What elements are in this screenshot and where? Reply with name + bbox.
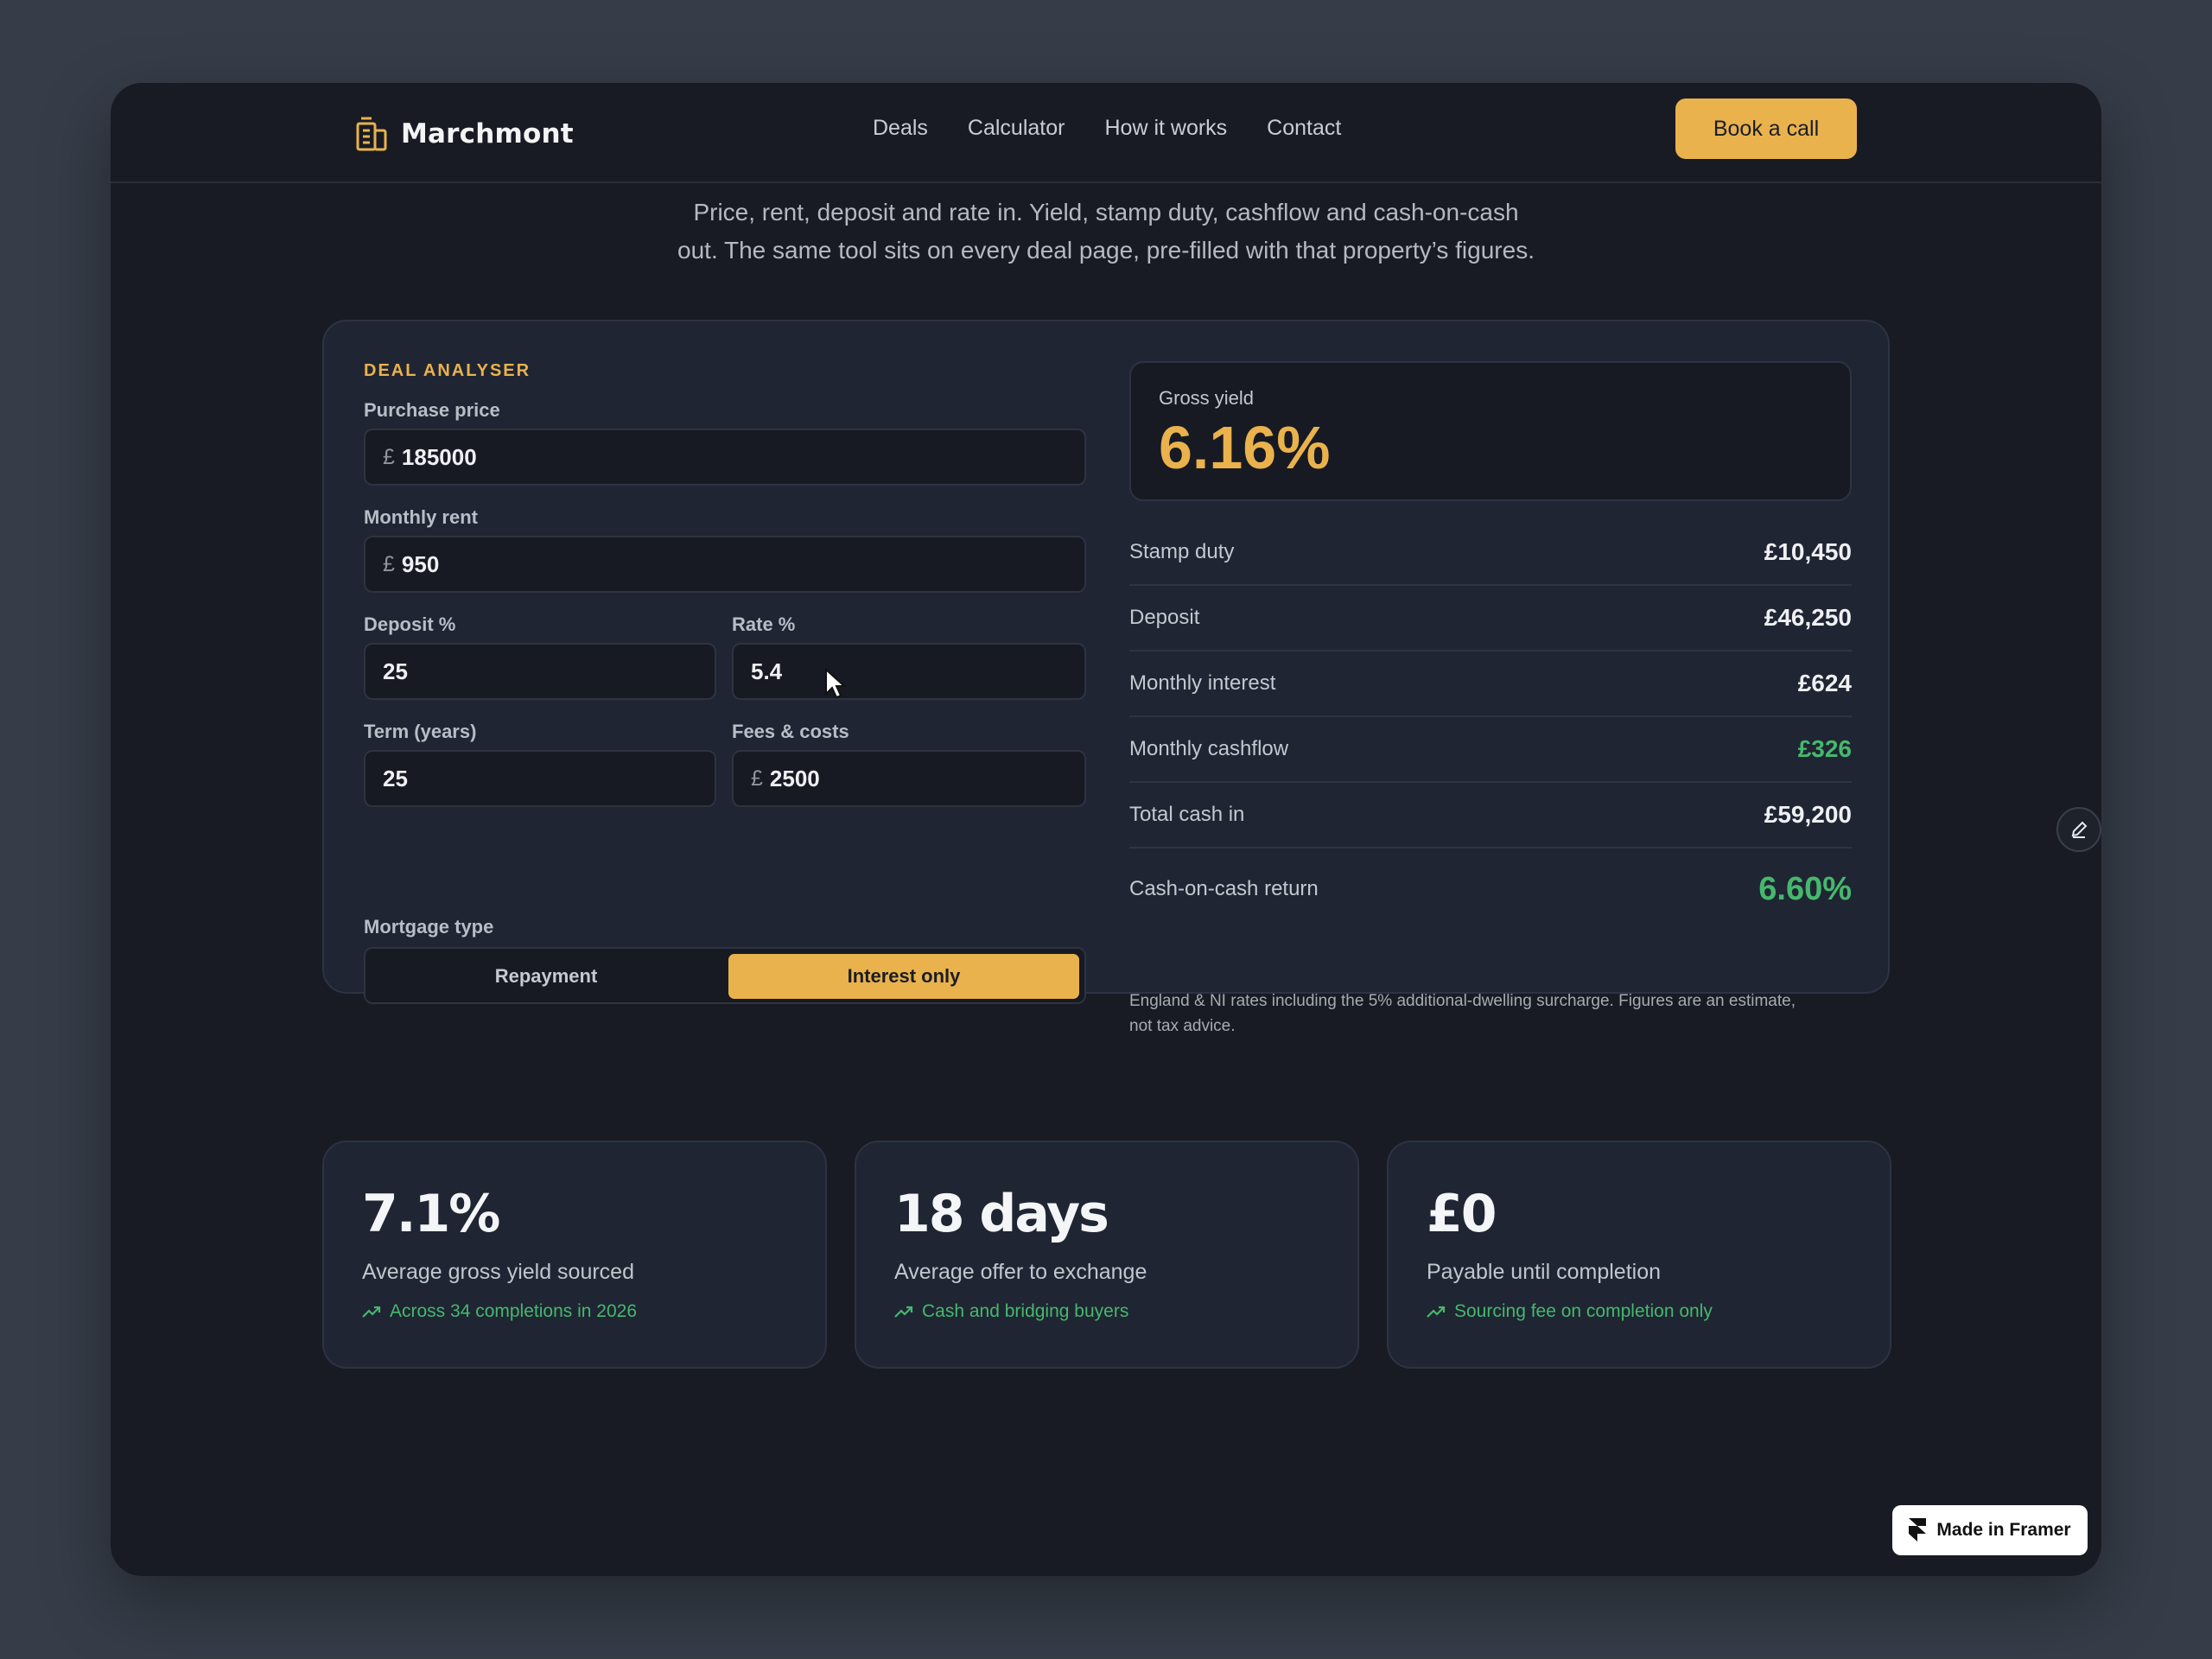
result-label: Total cash in	[1129, 803, 1245, 826]
deposit-pct-value: 25	[383, 658, 408, 684]
monthly-rent-input[interactable]: £ 950	[364, 536, 1086, 593]
section-label: DEAL ANALYSER	[364, 361, 531, 380]
disclaimer-note: England & NI rates including the 5% addi…	[1129, 992, 1796, 1035]
rate-pct-input[interactable]: 5.4	[732, 643, 1086, 700]
made-in-framer-label: Made in Framer	[1936, 1520, 2071, 1540]
interest-only-option[interactable]: Interest only	[728, 954, 1079, 999]
brand-logo[interactable]: Marchmont	[356, 112, 574, 156]
pencil-icon	[2071, 821, 2088, 838]
stat-sub: Cash and bridging buyers	[894, 1301, 1128, 1322]
intro-line-2: out. The same tool sits on every deal pa…	[677, 237, 1535, 264]
fees-costs-input[interactable]: £ 2500	[732, 750, 1086, 807]
result-value: £46,250	[1764, 604, 1852, 631]
nav-link-contact[interactable]: Contact	[1267, 116, 1341, 141]
trend-up-icon	[894, 1306, 913, 1318]
result-row-deposit: Deposit £46,250	[1129, 586, 1852, 652]
deposit-pct-label: Deposit %	[364, 613, 456, 635]
nav-link-deals[interactable]: Deals	[873, 116, 928, 141]
framer-logo-icon	[1909, 1518, 1927, 1541]
result-label: Stamp duty	[1129, 540, 1235, 563]
result-row-cash-on-cash: Cash-on-cash return 6.60%	[1129, 854, 1852, 925]
result-row-monthly-cashflow: Monthly cashflow £326	[1129, 717, 1852, 783]
nav-link-calculator[interactable]: Calculator	[968, 116, 1065, 141]
stat-sub: Across 34 completions in 2026	[362, 1301, 637, 1322]
stat-sub-text: Cash and bridging buyers	[922, 1301, 1129, 1321]
trend-up-icon	[362, 1306, 381, 1318]
repayment-option[interactable]: Repayment	[371, 954, 721, 999]
result-value: £624	[1797, 670, 1852, 696]
made-in-framer-badge[interactable]: Made in Framer	[1892, 1505, 2088, 1555]
currency-symbol: £	[383, 551, 395, 576]
stat-value: 18 days	[894, 1184, 1109, 1244]
result-label: Monthly cashflow	[1129, 737, 1289, 760]
deal-analyser-card: DEAL ANALYSER Purchase price £ 185000 Mo…	[322, 320, 1890, 1035]
deposit-pct-input[interactable]: 25	[364, 643, 716, 700]
app-window: Marchmont Deals Calculator How it works …	[111, 83, 2101, 1576]
fees-costs-value: 2500	[769, 765, 820, 791]
stat-sub: Sourcing fee on completion only	[1427, 1301, 1713, 1322]
nav-links: Deals Calculator How it works Contact	[873, 116, 1341, 141]
stat-card-yield: 7.1% Average gross yield sourced Across …	[322, 1141, 827, 1369]
result-label: Deposit	[1129, 606, 1200, 629]
stat-sub-text: Sourcing fee on completion only	[1454, 1301, 1713, 1321]
fees-costs-label: Fees & costs	[732, 721, 849, 742]
mortgage-type-toggle: Repayment Interest only	[364, 947, 1086, 1004]
purchase-price-input[interactable]: £ 185000	[364, 429, 1086, 486]
edit-button[interactable]	[2056, 807, 2101, 852]
mortgage-type-label: Mortgage type	[364, 916, 494, 938]
building-icon	[356, 117, 387, 151]
nav-link-how-it-works[interactable]: How it works	[1104, 116, 1227, 141]
gross-yield-box: Gross yield 6.16%	[1129, 361, 1852, 501]
currency-symbol: £	[383, 444, 395, 469]
mouse-cursor-icon	[825, 668, 847, 699]
monthly-rent-value: 950	[401, 550, 440, 577]
purchase-price-value: 185000	[401, 443, 477, 470]
trend-up-icon	[1427, 1306, 1446, 1318]
purchase-price-label: Purchase price	[364, 399, 500, 421]
result-label: Monthly interest	[1129, 671, 1276, 695]
gross-yield-label: Gross yield	[1159, 387, 1255, 409]
result-value: £59,200	[1764, 801, 1852, 828]
stat-label: Average gross yield sourced	[362, 1260, 634, 1284]
brand-name: Marchmont	[401, 118, 574, 149]
top-nav: Marchmont Deals Calculator How it works …	[111, 83, 2101, 183]
term-years-label: Term (years)	[364, 721, 477, 742]
rate-pct-value: 5.4	[751, 658, 783, 684]
result-value: £10,450	[1764, 538, 1852, 565]
intro-text: Price, rent, deposit and rate in. Yield,…	[111, 194, 2101, 270]
stat-card-fee: £0 Payable until completion Sourcing fee…	[1387, 1141, 1891, 1369]
result-value: £326	[1797, 735, 1852, 762]
currency-symbol: £	[751, 766, 763, 791]
intro-line-1: Price, rent, deposit and rate in. Yield,…	[693, 199, 1519, 226]
stat-card-days: 18 days Average offer to exchange Cash a…	[855, 1141, 1359, 1369]
term-years-value: 25	[383, 765, 408, 791]
stat-value: £0	[1427, 1184, 1497, 1244]
gross-yield-value: 6.16%	[1159, 414, 1331, 481]
rate-pct-label: Rate %	[732, 613, 796, 635]
monthly-rent-label: Monthly rent	[364, 506, 478, 528]
result-label: Cash-on-cash return	[1129, 877, 1319, 900]
result-row-stamp-duty: Stamp duty £10,450	[1129, 520, 1852, 586]
result-row-total-cash-in: Total cash in £59,200	[1129, 783, 1852, 849]
book-a-call-button[interactable]: Book a call	[1675, 99, 1857, 159]
result-value: 6.60%	[1758, 870, 1852, 907]
stat-label: Payable until completion	[1427, 1260, 1661, 1284]
stat-sub-text: Across 34 completions in 2026	[390, 1301, 637, 1321]
stat-value: 7.1%	[362, 1184, 500, 1244]
stat-label: Average offer to exchange	[894, 1260, 1147, 1284]
term-years-input[interactable]: 25	[364, 750, 716, 807]
result-row-monthly-interest: Monthly interest £624	[1129, 652, 1852, 717]
